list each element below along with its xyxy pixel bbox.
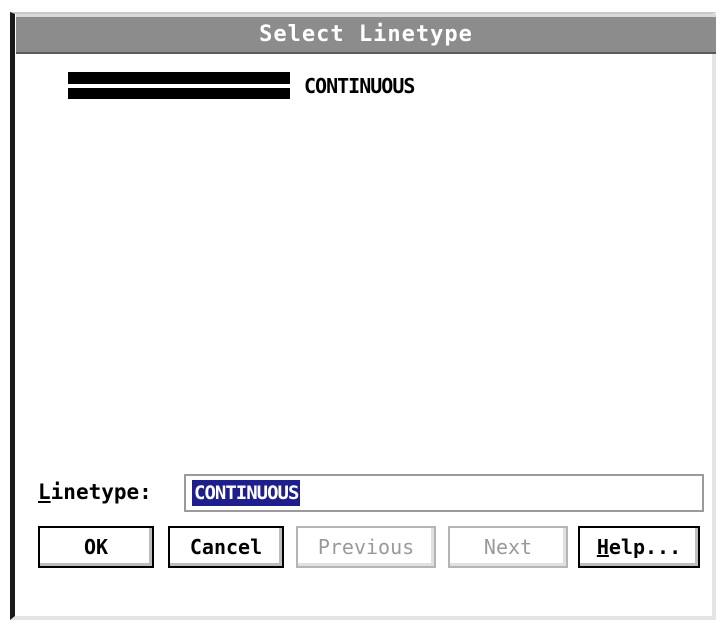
title-bar[interactable]: Select Linetype — [16, 14, 716, 54]
linetype-input[interactable]: CONTINUOUS — [184, 474, 704, 512]
list-item-continuous[interactable]: CONTINUOUS — [68, 68, 528, 104]
previous-button[interactable]: Previous — [296, 526, 436, 568]
ok-button[interactable]: OK — [38, 526, 154, 568]
ok-button-label: OK — [83, 535, 109, 559]
dialog-title: Select Linetype — [259, 22, 473, 47]
linetype-swatch — [68, 68, 290, 104]
next-button[interactable]: Next — [448, 526, 568, 568]
next-button-label: Next — [483, 535, 533, 559]
cancel-button[interactable]: Cancel — [168, 526, 284, 568]
cancel-button-label: Cancel — [189, 535, 263, 559]
linetype-label-text: inetype: — [50, 480, 152, 504]
swatch-line-top — [68, 72, 290, 84]
help-button[interactable]: Help... — [578, 526, 700, 568]
linetype-input-value: CONTINUOUS — [192, 480, 301, 506]
linetype-field-label: Linetype: — [38, 480, 152, 504]
help-button-label: elp... — [608, 535, 682, 559]
linetype-list[interactable]: CONTINUOUS — [28, 58, 698, 438]
swatch-line-bottom — [68, 88, 290, 99]
linetype-label-accelerator: L — [38, 480, 51, 504]
previous-button-label: Previous — [317, 535, 415, 559]
list-item-label: CONTINUOUS — [304, 74, 415, 98]
help-button-accelerator: H — [596, 535, 609, 559]
